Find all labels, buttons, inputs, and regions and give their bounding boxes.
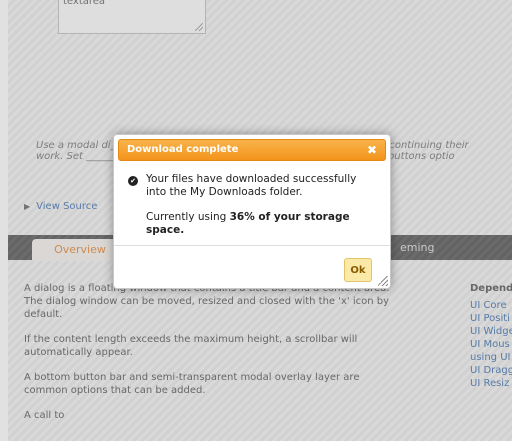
dialog-button-pane: Ok xyxy=(114,245,390,290)
dialog-titlebar[interactable]: Download complete ✖ xyxy=(118,139,386,161)
close-icon[interactable]: ✖ xyxy=(365,143,379,157)
dialog-message: ✔ Your files have downloaded successfull… xyxy=(128,173,378,237)
download-success-text: Your files have downloaded successfully … xyxy=(146,173,357,198)
dialog-title: Download complete xyxy=(127,144,239,155)
download-dialog: Download complete ✖ ✔ Your files have do… xyxy=(113,134,391,289)
storage-usage-prefix: Currently using xyxy=(146,211,230,223)
check-circle-icon: ✔ xyxy=(128,176,138,186)
resize-handle-icon[interactable] xyxy=(378,276,388,286)
storage-usage-text: Currently using 36% of your storage spac… xyxy=(146,211,378,237)
ok-button[interactable]: Ok xyxy=(344,258,372,282)
